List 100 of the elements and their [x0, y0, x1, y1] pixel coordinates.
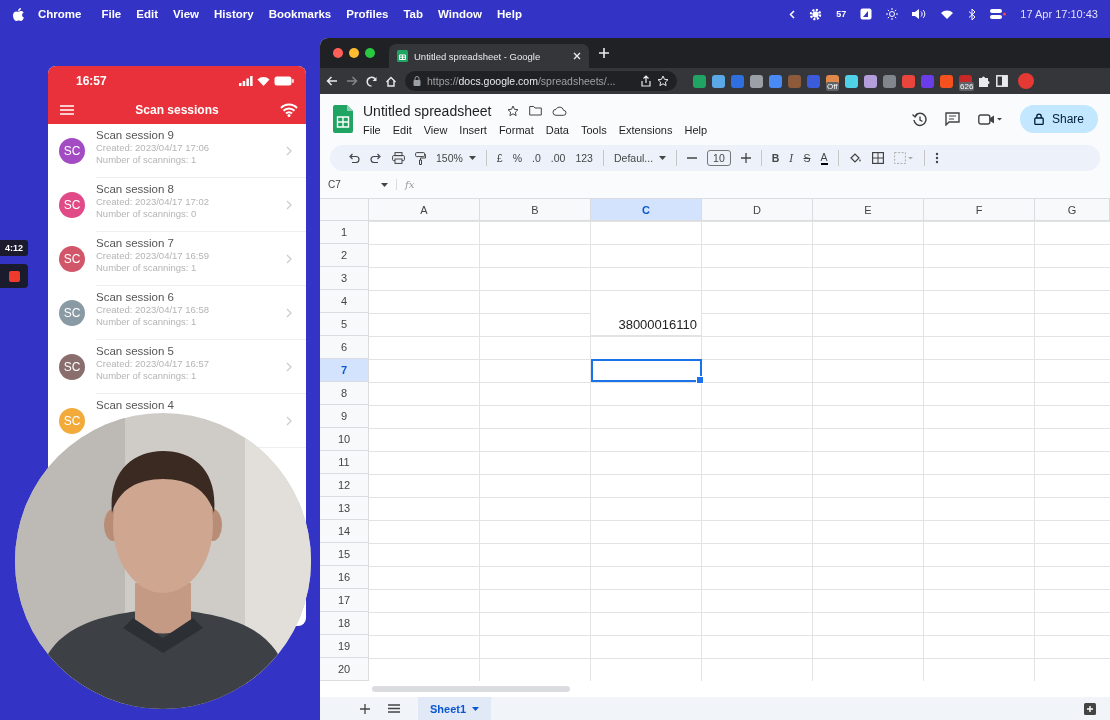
- number-format-button[interactable]: 123: [575, 152, 593, 164]
- menu-item[interactable]: Edit: [136, 8, 158, 20]
- minimize-window-button[interactable]: [349, 48, 359, 58]
- explore-icon[interactable]: [1084, 702, 1096, 715]
- row-header[interactable]: 11: [320, 451, 369, 474]
- share-button[interactable]: Share: [1020, 105, 1098, 133]
- row-header[interactable]: 16: [320, 566, 369, 589]
- scrollbar-thumb[interactable]: [372, 686, 570, 692]
- menu-item[interactable]: View: [423, 123, 448, 136]
- column-header[interactable]: D: [702, 199, 813, 221]
- bold-button[interactable]: B: [771, 152, 780, 164]
- back-icon[interactable]: [326, 76, 338, 86]
- column-header[interactable]: C: [591, 199, 702, 221]
- menu-item[interactable]: Chrome: [38, 8, 82, 20]
- extension-icon[interactable]: 626: [959, 74, 972, 88]
- row-header[interactable]: 17: [320, 589, 369, 612]
- sheets-logo-icon[interactable]: [333, 105, 353, 133]
- undo-icon[interactable]: [348, 153, 360, 163]
- session-title[interactable]: Scan session 4: [96, 399, 174, 411]
- menu-item[interactable]: Extensions: [618, 123, 673, 136]
- session-title[interactable]: Scan session 6: [96, 291, 174, 303]
- row-header[interactable]: 8: [320, 382, 369, 405]
- extension-icon[interactable]: Off: [826, 74, 839, 88]
- share-icon[interactable]: [641, 75, 651, 87]
- session-title[interactable]: Scan session 9: [96, 129, 174, 141]
- menu-icon[interactable]: [60, 105, 74, 115]
- menu-item[interactable]: Edit: [392, 123, 412, 136]
- row-header[interactable]: 15: [320, 543, 369, 566]
- maximize-window-button[interactable]: [365, 48, 375, 58]
- more-icon[interactable]: [934, 152, 939, 164]
- font-size-field[interactable]: 10: [707, 150, 731, 166]
- cloud-icon[interactable]: [552, 105, 568, 116]
- app-icon[interactable]: [860, 8, 873, 20]
- row-header[interactable]: 6: [320, 336, 369, 359]
- fill-color-icon[interactable]: [848, 151, 862, 165]
- comment-icon[interactable]: [945, 112, 960, 126]
- column-header[interactable]: A: [369, 199, 480, 221]
- profile-avatar[interactable]: [1018, 73, 1034, 89]
- sidebar-icon[interactable]: [996, 75, 1008, 87]
- home-icon[interactable]: [385, 75, 397, 87]
- reload-icon[interactable]: [366, 75, 377, 87]
- column-header[interactable]: E: [813, 199, 924, 221]
- menu-item[interactable]: Data: [545, 123, 569, 136]
- row-header[interactable]: 20: [320, 658, 369, 681]
- row-header[interactable]: 13: [320, 497, 369, 520]
- row-header[interactable]: 9: [320, 405, 369, 428]
- row-header[interactable]: 12: [320, 474, 369, 497]
- menu-item[interactable]: Insert: [459, 123, 487, 136]
- row-header[interactable]: 18: [320, 612, 369, 635]
- close-window-button[interactable]: [333, 48, 343, 58]
- address-bar[interactable]: https://docs.google.com/spreadsheets/...: [405, 71, 677, 91]
- extension-icon[interactable]: [902, 74, 915, 88]
- sheet-tab[interactable]: Sheet1: [418, 697, 492, 720]
- column-header[interactable]: F: [924, 199, 1035, 221]
- menu-item[interactable]: Format: [498, 123, 534, 136]
- session-title[interactable]: Scan session 7: [96, 237, 174, 249]
- folder-icon[interactable]: [529, 105, 543, 116]
- zoom-dropdown[interactable]: 150%: [436, 152, 476, 164]
- print-icon[interactable]: [392, 152, 405, 164]
- menu-item[interactable]: Window: [438, 8, 482, 20]
- increase-decimals-button[interactable]: .00: [550, 152, 566, 164]
- row-header[interactable]: 19: [320, 635, 369, 658]
- session-title[interactable]: Scan session 5: [96, 345, 174, 357]
- puzzle-icon[interactable]: [978, 75, 990, 87]
- extension-icon[interactable]: [864, 74, 877, 88]
- extension-icon[interactable]: [940, 74, 953, 88]
- fill-handle[interactable]: [696, 376, 704, 384]
- column-header[interactable]: G: [1035, 199, 1110, 221]
- currency-button[interactable]: £: [496, 152, 503, 164]
- extension-icon[interactable]: [883, 74, 896, 88]
- close-icon[interactable]: [573, 52, 581, 60]
- menu-item[interactable]: Help: [497, 8, 522, 20]
- wifi-icon[interactable]: [940, 8, 955, 20]
- chevron-left-icon[interactable]: [789, 9, 796, 19]
- session-title[interactable]: Scan session 8: [96, 183, 174, 195]
- decrease-decimals-button[interactable]: .0: [532, 152, 541, 164]
- row-header[interactable]: 14: [320, 520, 369, 543]
- camera-icon[interactable]: [978, 113, 1002, 125]
- forward-icon[interactable]: [346, 76, 358, 86]
- redo-icon[interactable]: [370, 153, 382, 163]
- row-header[interactable]: 10: [320, 428, 369, 451]
- menu-item[interactable]: View: [173, 8, 199, 20]
- menu-item[interactable]: File: [101, 8, 122, 20]
- menu-item[interactable]: Bookmarks: [268, 8, 332, 20]
- menu-item[interactable]: Help: [684, 123, 708, 136]
- bluetooth-icon[interactable]: [968, 7, 977, 21]
- history-icon[interactable]: [912, 111, 927, 127]
- extension-icon[interactable]: [693, 74, 706, 88]
- extension-icon[interactable]: [769, 74, 782, 88]
- toggle-icon[interactable]: [990, 8, 1007, 20]
- column-header[interactable]: B: [480, 199, 591, 221]
- text-color-button[interactable]: A: [820, 151, 828, 165]
- menu-item[interactable]: Tab: [403, 8, 424, 20]
- sheet-list-icon[interactable]: [388, 704, 400, 713]
- percent-button[interactable]: %: [512, 152, 523, 164]
- menu-item[interactable]: Profiles: [346, 8, 389, 20]
- speaker-icon[interactable]: [912, 8, 927, 20]
- logo-icon[interactable]: [13, 7, 24, 21]
- document-title[interactable]: Untitled spreadsheet: [363, 102, 492, 119]
- star-icon[interactable]: [507, 104, 520, 117]
